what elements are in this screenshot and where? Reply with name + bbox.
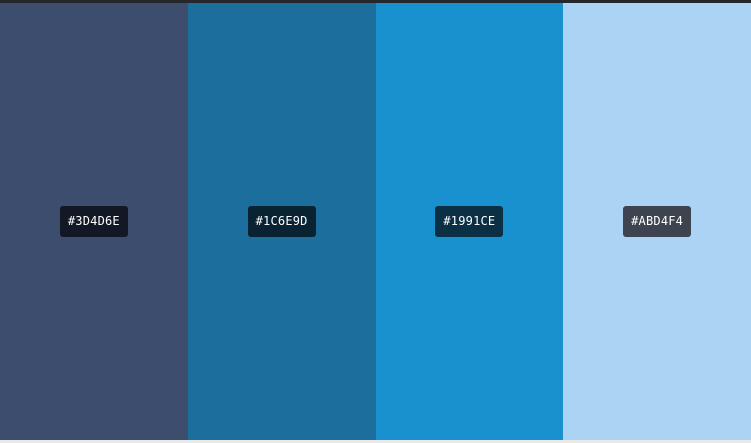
color-swatch-1[interactable]: #3D4D6E	[0, 3, 188, 440]
hex-code-label-2[interactable]: #1C6E9D	[247, 206, 316, 237]
hex-code-label-3[interactable]: #1991CE	[435, 206, 504, 237]
color-swatch-3[interactable]: #1991CE	[375, 3, 564, 440]
color-swatch-2[interactable]: #1C6E9D	[187, 3, 376, 440]
color-palette: #3D4D6E #1C6E9D #1991CE #ABD4F4	[0, 3, 751, 440]
color-swatch-4[interactable]: #ABD4F4	[563, 3, 751, 440]
hex-code-label-4[interactable]: #ABD4F4	[623, 206, 692, 237]
hex-code-label-1[interactable]: #3D4D6E	[59, 206, 128, 237]
